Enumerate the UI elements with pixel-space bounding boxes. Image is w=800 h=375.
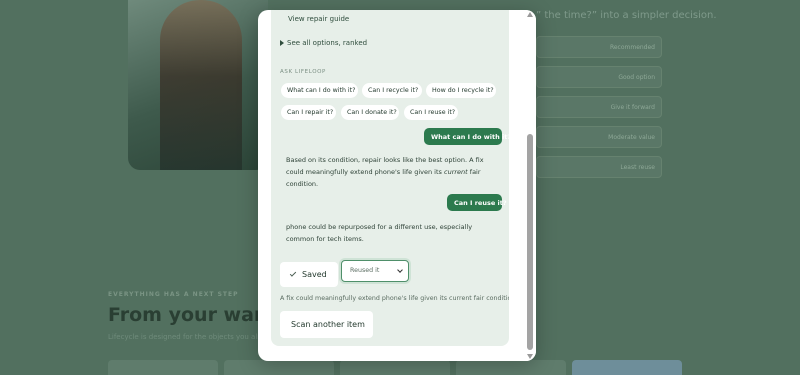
outcome-select[interactable]: Reused it xyxy=(341,260,409,282)
check-icon xyxy=(289,270,297,277)
user-message: What can I do with it? xyxy=(424,128,509,145)
bg-card xyxy=(456,360,566,375)
quick-question-what-can-i-do[interactable]: What can I do with it? xyxy=(281,83,358,98)
scrollbar-thumb[interactable] xyxy=(527,134,533,350)
bg-option-list: Recommended Good option Give it forward … xyxy=(536,36,662,186)
person-image xyxy=(160,0,242,170)
bg-card xyxy=(572,360,682,375)
view-repair-guide-link[interactable]: View repair guide xyxy=(288,15,349,23)
hero-photo xyxy=(128,0,268,170)
item-modal: View repair guide See all options, ranke… xyxy=(258,10,536,361)
see-all-options-label: See all options, ranked xyxy=(287,39,368,47)
see-all-options-toggle[interactable]: See all options, ranked xyxy=(280,39,367,47)
quick-question-can-i-recycle[interactable]: Can I recycle it? xyxy=(362,83,422,98)
quick-question-can-i-donate[interactable]: Can I donate it? xyxy=(341,105,399,120)
bot-message: Based on its condition, repair looks lik… xyxy=(286,154,486,190)
bg-card xyxy=(224,360,334,375)
scroll-down-arrow-icon[interactable] xyxy=(527,354,533,359)
bg-eyebrow: EVERYTHING HAS A NEXT STEP xyxy=(108,291,239,298)
bg-option: Recommended xyxy=(536,36,662,58)
bot-message-emphasis: current xyxy=(444,168,468,176)
quick-question-how-recycle[interactable]: How do I recycle it? xyxy=(426,83,496,98)
chevron-down-icon xyxy=(397,267,403,273)
bg-card xyxy=(108,360,218,375)
saved-label: Saved xyxy=(302,270,327,279)
modal-scrollbar[interactable] xyxy=(524,10,536,361)
quick-question-can-i-repair[interactable]: Can I repair it? xyxy=(281,105,336,120)
bg-option: Give it forward xyxy=(536,96,662,118)
user-message: Can I reuse it? xyxy=(447,194,507,211)
caret-right-icon xyxy=(280,40,284,46)
summary-text: A fix could meaningfully extend phone's … xyxy=(280,295,509,302)
bg-tagline: ” the time?” into a simpler decision. xyxy=(536,10,717,21)
bg-card-row xyxy=(108,360,682,375)
ask-lifeloop-label: ASK LIFELOOP xyxy=(280,69,326,75)
bg-option: Good option xyxy=(536,66,662,88)
scroll-up-arrow-icon[interactable] xyxy=(527,12,533,17)
bg-option: Moderate value xyxy=(536,126,662,148)
scan-another-item-button[interactable]: Scan another item xyxy=(280,311,373,338)
outcome-select-value: Reused it xyxy=(350,267,380,274)
bg-card xyxy=(340,360,450,375)
saved-button[interactable]: Saved xyxy=(280,262,338,287)
quick-question-can-i-reuse[interactable]: Can I reuse it? xyxy=(404,105,458,120)
bot-message: phone could be repurposed for a differen… xyxy=(286,223,473,243)
chat-panel: View repair guide See all options, ranke… xyxy=(271,10,509,346)
bg-option: Least reuse xyxy=(536,156,662,178)
